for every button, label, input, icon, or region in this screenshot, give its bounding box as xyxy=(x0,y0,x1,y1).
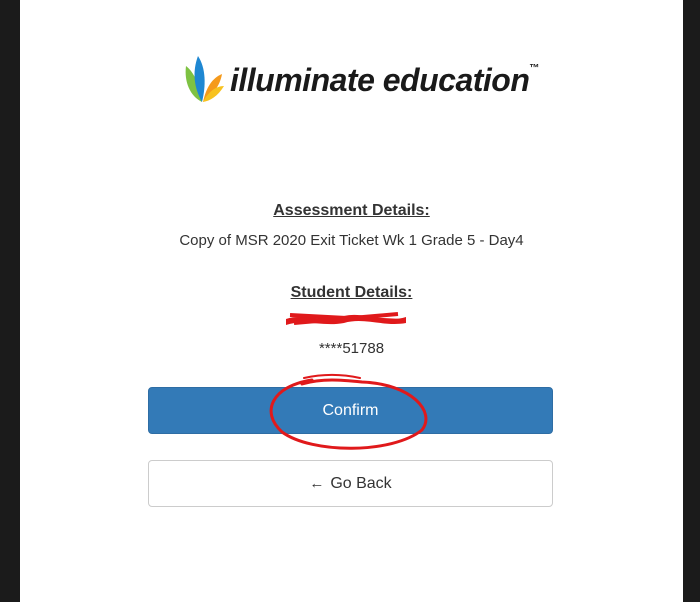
assessment-details-heading: Assessment Details: xyxy=(273,202,430,219)
student-details-heading: Student Details: xyxy=(290,284,413,301)
confirm-button[interactable]: Confirm xyxy=(148,387,553,434)
assessment-name: Copy of MSR 2020 Exit Ticket Wk 1 Grade … xyxy=(179,232,524,249)
go-back-button[interactable]: ← Go Back xyxy=(148,460,553,507)
redacted-student-name xyxy=(286,312,406,325)
go-back-button-label: Go Back xyxy=(330,474,392,492)
confirm-panel: illuminate education ™ Assessment Detail… xyxy=(20,0,683,602)
logo-wordmark: illuminate education xyxy=(230,62,530,98)
arrow-left-icon: ← xyxy=(309,475,325,492)
student-id: ****51788 xyxy=(318,340,385,357)
butterfly-logo-icon xyxy=(185,56,224,102)
illuminate-logo: illuminate education ™ xyxy=(180,50,539,110)
trademark-symbol: ™ xyxy=(529,62,540,74)
confirm-button-label: Confirm xyxy=(322,401,379,419)
